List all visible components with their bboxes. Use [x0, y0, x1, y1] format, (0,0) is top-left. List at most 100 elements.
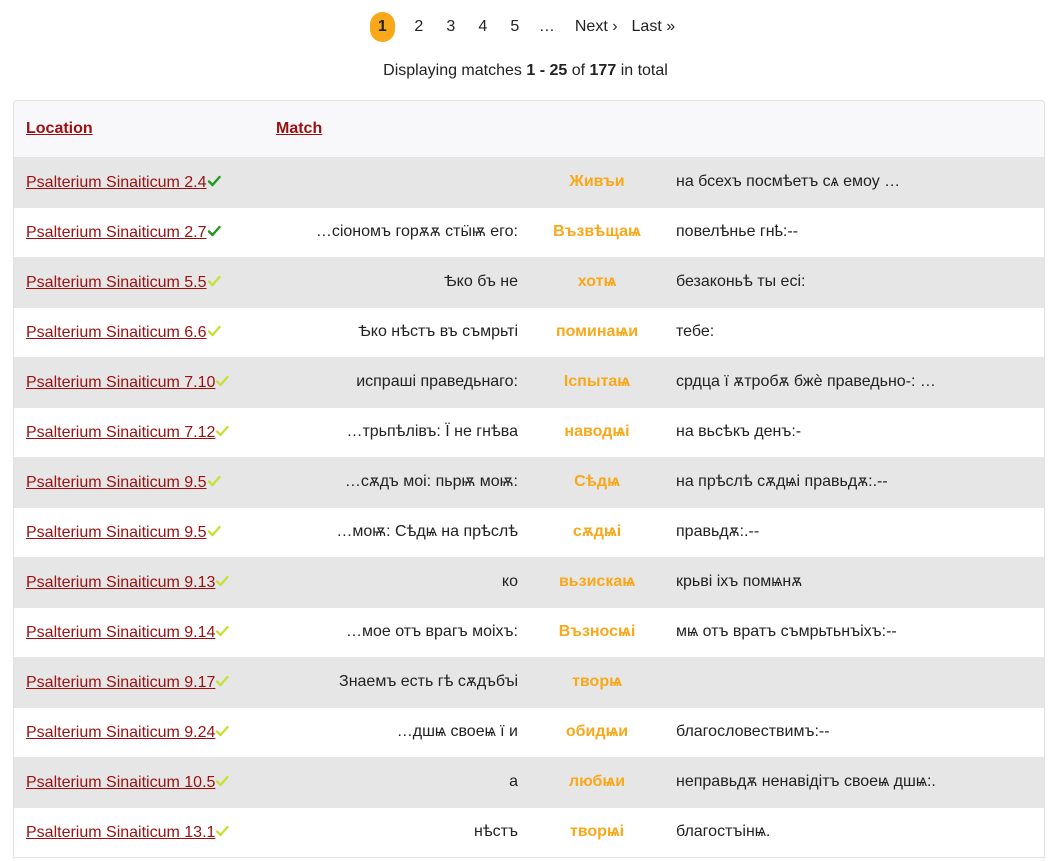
table-row: Psalterium Sinaiticum 9.24 …дшѩ своеѩ ї и…: [14, 708, 1044, 758]
match-left-context: Ѣко бъ не: [444, 273, 518, 290]
location-link[interactable]: Psalterium Sinaiticum 9.5: [26, 474, 207, 491]
match-keyword: обидѩи: [565, 723, 629, 740]
match-right-context: безаконьѣ ты есі:: [676, 273, 806, 290]
match-right-context: на вьсѣкъ денъ:-: [676, 423, 802, 440]
match-left-context: нѣстъ: [474, 823, 518, 840]
location-link[interactable]: Psalterium Sinaiticum 7.10: [26, 374, 215, 391]
location-cell: Psalterium Sinaiticum 9.17: [26, 673, 230, 692]
match-right-context: мѩ отъ вратъ съмрьтьнъіхъ:--: [676, 623, 897, 640]
match-right-context: на бсехъ посмѣетъ сѧ емоу …: [676, 173, 901, 190]
location-cell: Psalterium Sinaiticum 2.4: [26, 173, 221, 192]
location-link[interactable]: Psalterium Sinaiticum 5.5: [26, 274, 207, 291]
match-left-context: …трьпѣлівъ: Ї не гнѣва: [346, 423, 518, 440]
summary-total: 177: [589, 62, 617, 79]
location-link[interactable]: Psalterium Sinaiticum 9.14: [26, 624, 215, 641]
location-link[interactable]: Psalterium Sinaiticum 9.17: [26, 674, 215, 691]
match-keyword: творѩі: [569, 823, 625, 840]
table-row: Psalterium Sinaiticum 5.5 Ѣко бъ не хотѩ бе…: [14, 258, 1044, 308]
yellow-green-check-icon: [216, 625, 230, 637]
location-column-sort-link[interactable]: Location: [26, 120, 93, 138]
match-left-context: Ѣко нѣстъ въ съмрьті: [358, 323, 518, 340]
location-cell: Psalterium Sinaiticum 6.6: [26, 323, 221, 342]
table-row: Psalterium Sinaiticum 10.5 а любѩи неправьд…: [14, 758, 1044, 808]
match-keyword: поминаѩи: [555, 323, 639, 340]
match-keyword: наводѩі: [564, 423, 630, 440]
table-row: Psalterium Sinaiticum 7.12 …трьпѣлівъ: Ї …: [14, 408, 1044, 458]
match-keyword: Сѣдѩ: [574, 473, 620, 490]
pagination: 1 2 3 4 5 … Next › Last »: [0, 12, 1051, 42]
location-cell: Psalterium Sinaiticum 7.10: [26, 373, 230, 392]
location-cell: Psalterium Sinaiticum 2.7: [26, 223, 221, 242]
table-row: Psalterium Sinaiticum 2.7 …сіономъ горѫѫ …: [14, 208, 1044, 258]
summary-suffix: in total: [620, 62, 668, 79]
match-keyword: Ӏспытаѩ: [563, 373, 631, 390]
location-link[interactable]: Psalterium Sinaiticum 9.24: [26, 724, 215, 741]
location-link[interactable]: Psalterium Sinaiticum 10.5: [26, 774, 215, 791]
match-keyword: хотѩ: [577, 273, 617, 290]
location-cell: Psalterium Sinaiticum 5.5: [26, 273, 221, 292]
match-left-context: …дшѩ своеѩ ї и: [396, 723, 518, 740]
table-row: Psalterium Sinaiticum 6.6 Ѣко нѣстъ въ съ…: [14, 308, 1044, 358]
match-keyword: Живъи: [569, 173, 625, 190]
yellow-green-check-icon: [216, 375, 230, 387]
table-row: Psalterium Sinaiticum 2.4 Живъи на бсехъ п…: [14, 158, 1044, 208]
match-right-context: на прѣслѣ сѫдѩі правьдѫ:.--: [676, 473, 888, 490]
match-left-context: Знаемъ есть гѣ сѫдъбъі: [339, 673, 518, 690]
match-keyword: сѫдѩі: [572, 523, 622, 540]
summary-range: 1 - 25: [526, 62, 568, 79]
yellow-green-check-icon: [216, 575, 230, 587]
results-table: Location Match Psalterium Sinaiticum 2.4…: [13, 100, 1045, 861]
dark-green-check-icon: [207, 225, 221, 237]
match-left-context: …моѭ: Сѣдѩ на прѣслѣ: [336, 523, 518, 540]
yellow-green-check-icon: [207, 475, 221, 487]
match-right-context: благословествимъ:--: [676, 723, 830, 740]
page-1-current[interactable]: 1: [369, 12, 395, 42]
table-row: Psalterium Sinaiticum 13.1 нѣстъ творѩі бла…: [14, 808, 1044, 858]
match-right-context: благостъінѩ.: [676, 823, 771, 840]
results-summary: Displaying matches 1 - 25 of 177 in tota…: [0, 60, 1051, 82]
page-4-link[interactable]: 4: [471, 12, 495, 42]
match-keyword: Възвѣщаѩ: [553, 223, 641, 240]
yellow-green-check-icon: [216, 725, 230, 737]
match-left-context: …сіономъ горѫѫ стӹѭ его:: [315, 223, 518, 240]
location-link[interactable]: Psalterium Sinaiticum 9.5: [26, 524, 207, 541]
location-cell: Psalterium Sinaiticum 9.14: [26, 623, 230, 642]
location-cell: Psalterium Sinaiticum 9.13: [26, 573, 230, 592]
table-body: Psalterium Sinaiticum 2.4 Живъи на бсехъ п…: [14, 158, 1044, 858]
location-link[interactable]: Psalterium Sinaiticum 6.6: [26, 324, 207, 341]
match-keyword: любѩи: [568, 773, 626, 790]
location-cell: Psalterium Sinaiticum 9.5: [26, 473, 221, 492]
location-link[interactable]: Psalterium Sinaiticum 2.4: [26, 174, 207, 191]
page-2-link[interactable]: 2: [407, 12, 431, 42]
yellow-green-check-icon: [216, 825, 230, 837]
location-link[interactable]: Psalterium Sinaiticum 13.1: [26, 824, 215, 841]
location-link[interactable]: Psalterium Sinaiticum 2.7: [26, 224, 207, 241]
table-row: Psalterium Sinaiticum 9.14 …мое отъ врагъ…: [14, 608, 1044, 658]
location-cell: Psalterium Sinaiticum 9.24: [26, 723, 230, 742]
page-5-link[interactable]: 5: [503, 12, 527, 42]
location-cell: Psalterium Sinaiticum 9.5: [26, 523, 221, 542]
page-3-link[interactable]: 3: [439, 12, 463, 42]
location-cell: Psalterium Sinaiticum 13.1: [26, 823, 230, 842]
last-page-link[interactable]: Last »: [632, 12, 676, 42]
location-link[interactable]: Psalterium Sinaiticum 9.13: [26, 574, 215, 591]
yellow-green-check-icon: [216, 775, 230, 787]
match-right-context: тебе:: [676, 323, 715, 340]
yellow-green-check-icon: [207, 275, 221, 287]
table-row: Psalterium Sinaiticum 9.17 Знаемъ есть гѣ…: [14, 658, 1044, 708]
location-link[interactable]: Psalterium Sinaiticum 7.12: [26, 424, 215, 441]
dark-green-check-icon: [207, 175, 221, 187]
summary-of: of: [571, 62, 586, 79]
next-page-link[interactable]: Next ›: [575, 12, 618, 42]
table-row: Psalterium Sinaiticum 7.10 испраші правед…: [14, 358, 1044, 408]
table-row: Psalterium Sinaiticum 9.5 …сѫдъ моі: пьрѭ…: [14, 458, 1044, 508]
match-keyword: Възносѩі: [558, 623, 636, 640]
match-column-sort-link[interactable]: Match: [276, 120, 322, 138]
yellow-green-check-icon: [207, 325, 221, 337]
match-right-context: неправьдѫ ненавідітъ своеѩ дшѩ:.: [676, 773, 936, 790]
match-keyword: творѩ: [572, 673, 622, 690]
yellow-green-check-icon: [216, 675, 230, 687]
match-right-context: срдца ї ѫтробѫ бжѐ праведьно-: …: [676, 373, 936, 390]
table-row: Psalterium Sinaiticum 9.5 …моѭ: Сѣдѩ на п…: [14, 508, 1044, 558]
table-row: Psalterium Sinaiticum 9.13 ко вьзискаѩ крьв…: [14, 558, 1044, 608]
